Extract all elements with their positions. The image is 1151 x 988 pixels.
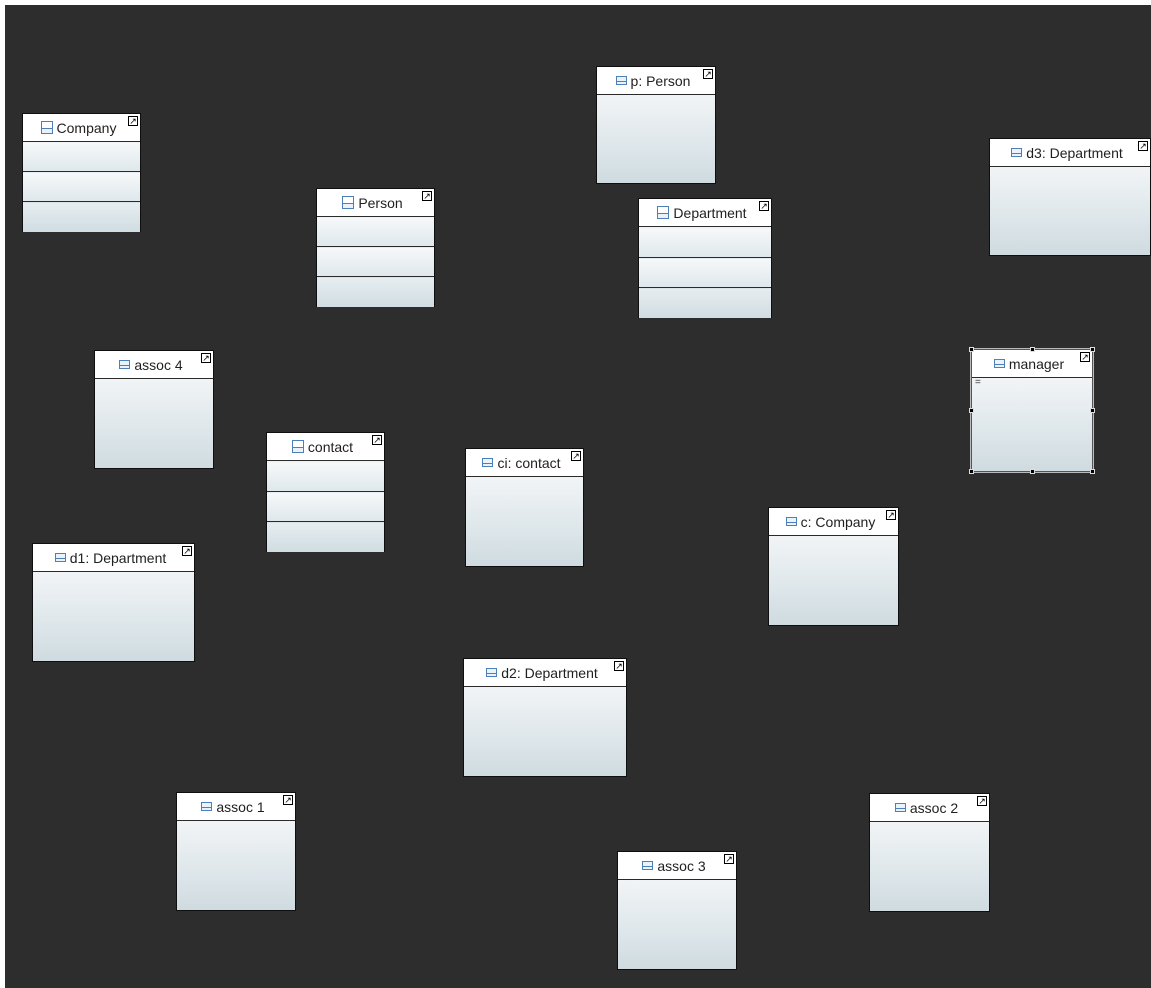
object-ci-contact-label: ci: contact [497,454,561,471]
collapse-arrow-icon[interactable]: ↗ [614,661,624,671]
resize-handle-ne[interactable] [1090,347,1095,352]
compartment-marker-icon: = [975,377,981,388]
resize-handle-e[interactable] [1090,408,1095,413]
collapse-arrow-icon[interactable]: ↗ [724,854,734,864]
resize-handle-sw[interactable] [969,469,974,474]
resize-handle-nw[interactable] [969,347,974,352]
object-icon [615,76,627,85]
object-p-person[interactable]: p: Person ↗ [596,66,716,184]
operations-compartment[interactable] [317,248,434,277]
object-assoc-3-header: assoc 3 [618,852,736,880]
object-manager-label: manager [1008,355,1065,372]
attributes-compartment[interactable] [23,143,140,172]
object-assoc-4-header: assoc 4 [95,351,213,379]
class-person[interactable]: Person ↗ [316,188,435,307]
object-manager-header: manager [972,350,1092,378]
object-manager[interactable]: manager ↗ = [969,347,1095,474]
collapse-arrow-icon[interactable]: ↗ [1080,352,1090,362]
collapse-arrow-icon[interactable]: ↗ [182,546,192,556]
object-assoc-3-label: assoc 3 [657,857,706,874]
resize-handle-se[interactable] [1090,469,1095,474]
object-icon [486,668,498,677]
attributes-compartment[interactable] [267,463,384,492]
object-icon [785,517,797,526]
collapse-arrow-icon[interactable]: ↗ [283,795,293,805]
collapse-arrow-icon[interactable]: ↗ [372,435,382,445]
object-icon [201,802,213,811]
collapse-arrow-icon[interactable]: ↗ [422,191,432,201]
diagram-canvas[interactable]: Company ↗ Person ↗ Department ↗ contact [5,5,1151,988]
extra-compartment[interactable] [639,289,771,318]
collapse-arrow-icon[interactable]: ↗ [1138,141,1148,151]
class-icon [40,121,53,134]
object-assoc-2-label: assoc 2 [909,799,959,816]
object-assoc-1[interactable]: assoc 1 ↗ [176,792,296,911]
collapse-arrow-icon[interactable]: ↗ [571,451,581,461]
extra-compartment[interactable] [317,278,434,307]
class-person-header: Person [317,189,434,217]
attributes-compartment[interactable] [317,218,434,247]
object-icon [482,458,494,467]
class-icon [657,206,670,219]
collapse-arrow-icon[interactable]: ↗ [886,510,896,520]
collapse-arrow-icon[interactable]: ↗ [977,796,987,806]
collapse-arrow-icon[interactable]: ↗ [703,69,713,79]
object-c-company-label: c: Company [800,513,876,530]
object-assoc-2-header: assoc 2 [870,794,989,822]
object-icon [642,861,654,870]
object-d2-department[interactable]: d2: Department ↗ [463,658,627,777]
resize-handle-s[interactable] [1030,469,1035,474]
object-assoc-2[interactable]: assoc 2 ↗ [869,793,990,912]
class-company-header: Company [23,114,140,142]
object-d1-department-label: d1: Department [69,549,167,566]
object-ci-contact[interactable]: ci: contact ↗ [465,448,584,567]
object-assoc-1-label: assoc 1 [216,798,265,815]
object-assoc-4-label: assoc 4 [134,356,183,373]
class-person-label: Person [358,194,403,211]
class-department-label: Department [673,204,747,221]
extra-compartment[interactable] [23,203,140,232]
class-contact-header: contact [267,433,384,461]
object-d1-department-header: d1: Department [33,544,194,572]
object-d3-department-header: d3: Department [990,139,1150,167]
object-d1-department[interactable]: d1: Department ↗ [32,543,195,662]
resize-handle-w[interactable] [969,408,974,413]
extra-compartment[interactable] [267,523,384,552]
attributes-compartment[interactable] [639,229,771,258]
object-c-company-header: c: Company [769,508,898,536]
object-icon [1011,148,1023,157]
object-icon [54,553,66,562]
operations-compartment[interactable] [23,173,140,202]
resize-handle-n[interactable] [1030,347,1035,352]
class-icon [342,196,355,209]
class-department[interactable]: Department ↗ [638,198,772,318]
object-p-person-label: p: Person [630,72,691,89]
collapse-arrow-icon[interactable]: ↗ [201,353,211,363]
object-c-company[interactable]: c: Company ↗ [768,507,899,626]
object-d3-department[interactable]: d3: Department ↗ [989,138,1151,256]
class-department-header: Department [639,199,771,227]
collapse-arrow-icon[interactable]: ↗ [128,116,138,126]
object-assoc-4[interactable]: assoc 4 ↗ [94,350,214,469]
class-contact-label: contact [307,438,354,455]
class-icon [291,440,304,453]
class-company-label: Company [56,119,117,136]
object-assoc-1-header: assoc 1 [177,793,295,821]
object-icon [894,803,906,812]
object-assoc-3[interactable]: assoc 3 ↗ [617,851,737,970]
object-ci-contact-header: ci: contact [466,449,583,477]
object-d2-department-header: d2: Department [464,659,626,687]
class-company[interactable]: Company ↗ [22,113,141,232]
object-d2-department-label: d2: Department [501,664,598,681]
operations-compartment[interactable] [639,259,771,288]
object-p-person-header: p: Person [597,67,715,95]
object-d3-department-label: d3: Department [1026,144,1123,161]
object-icon [119,360,131,369]
class-contact[interactable]: contact ↗ [266,432,385,552]
collapse-arrow-icon[interactable]: ↗ [759,201,769,211]
operations-compartment[interactable] [267,493,384,522]
object-icon [993,359,1005,368]
